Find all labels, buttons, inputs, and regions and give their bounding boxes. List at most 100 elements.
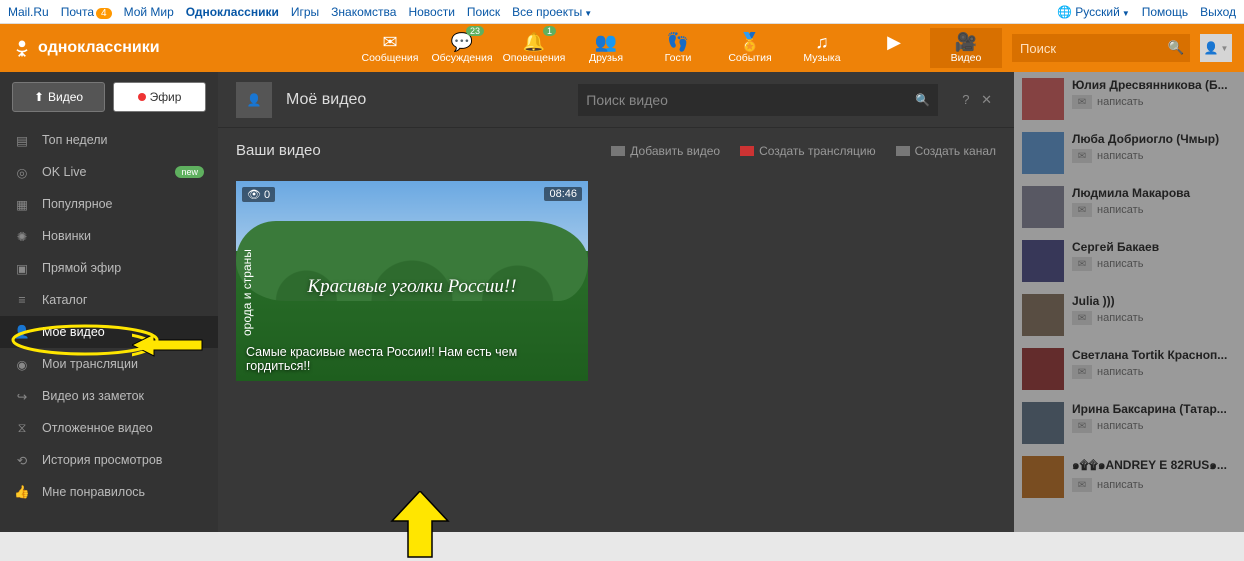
write-button[interactable]: ✉написать — [1072, 311, 1236, 325]
video-panel: 👤 Моё видео 🔍 ? ✕ Ваши видео Добавить ви… — [218, 72, 1014, 532]
target-icon: ◎ — [14, 165, 30, 180]
user-avatar: 👤 — [236, 82, 272, 118]
create-channel-link[interactable]: Создать канал — [896, 144, 996, 158]
sidebar-item-oklive[interactable]: ◎OK Livenew — [0, 156, 218, 188]
upload-video-button[interactable]: ⬆Видео — [12, 82, 105, 112]
video-icon: 🎥 — [930, 32, 1002, 52]
video-search-input[interactable] — [586, 92, 915, 108]
envelope-icon: ✉ — [354, 32, 426, 52]
camera-icon: ▣ — [14, 261, 30, 276]
topbar-all[interactable]: Все проекты▼ — [512, 5, 592, 19]
friend-item[interactable]: ๑۩۩๑ANDREY E 82RUS๑...✉написать — [1014, 450, 1244, 504]
sidebar-item-deferred[interactable]: ⧖Отложенное видео — [0, 412, 218, 444]
nav-music[interactable]: ♫Музыка — [786, 28, 858, 68]
topbar-exit[interactable]: Выход — [1200, 5, 1236, 19]
write-button[interactable]: ✉написать — [1072, 95, 1236, 109]
avatar — [1022, 132, 1064, 174]
topbar-games[interactable]: Игры — [291, 5, 319, 19]
avatar — [1022, 186, 1064, 228]
sidebar-item-live[interactable]: ▣Прямой эфир — [0, 252, 218, 284]
nav-guests[interactable]: 👣Гости — [642, 28, 714, 68]
header-search: 🔍 — [1012, 34, 1190, 62]
write-button[interactable]: ✉написать — [1072, 478, 1236, 492]
write-button[interactable]: ✉написать — [1072, 419, 1236, 433]
upload-icon: ⬆ — [34, 90, 44, 104]
friend-item[interactable]: Люба Добриогло (Чмыр)✉написать — [1014, 126, 1244, 180]
write-button[interactable]: ✉написать — [1072, 365, 1236, 379]
rec-icon — [138, 93, 146, 101]
nav-events[interactable]: 🏅События — [714, 28, 786, 68]
friends-panel: Юлия Дресвянникова (Б...✉написать Люба Д… — [1014, 72, 1244, 532]
video-search: 🔍 — [578, 84, 938, 116]
avatar — [1022, 240, 1064, 282]
envelope-icon: ✉ — [1072, 311, 1092, 325]
people-icon: 👥 — [570, 32, 642, 52]
nav-video[interactable]: 🎥Видео — [930, 28, 1002, 68]
avatar — [1022, 78, 1064, 120]
topbar-mymir[interactable]: Мой Мир — [124, 5, 174, 19]
thumb-caption: Самые красивые места России!! Нам есть ч… — [246, 345, 578, 373]
envelope-icon: ✉ — [1072, 95, 1092, 109]
avatar — [1022, 294, 1064, 336]
sidebar-item-catalog[interactable]: ≡Каталог — [0, 284, 218, 316]
bell-icon: 🔔 — [498, 32, 570, 52]
logo[interactable]: одноклассники — [12, 38, 160, 58]
friend-item[interactable]: Julia )))✉написать — [1014, 288, 1244, 342]
clock-icon: ⧖ — [14, 421, 30, 436]
envelope-icon: ✉ — [1072, 149, 1092, 163]
thumb-duration: 08:46 — [544, 187, 582, 201]
sidebar-item-myvideo[interactable]: 👤Моё видео — [0, 316, 218, 348]
topbar-mailru[interactable]: Mail.Ru — [8, 5, 49, 19]
friend-item[interactable]: Сергей Бакаев✉написать — [1014, 234, 1244, 288]
friend-item[interactable]: Светлана Tortik Красноп...✉написать — [1014, 342, 1244, 396]
topbar-help[interactable]: Помощь — [1142, 5, 1188, 19]
friend-item[interactable]: Людмила Макарова✉написать — [1014, 180, 1244, 234]
topbar-dating[interactable]: Знакомства — [331, 5, 396, 19]
play-icon: ▶ — [858, 32, 930, 52]
go-live-button[interactable]: Эфир — [113, 82, 206, 112]
nav-play[interactable]: ▶ — [858, 28, 930, 68]
write-button[interactable]: ✉написать — [1072, 203, 1236, 217]
topbar-search[interactable]: Поиск — [467, 5, 500, 19]
sidebar-item-mystreams[interactable]: ◉Мои трансляции — [0, 348, 218, 380]
list-icon: ≡ — [14, 293, 30, 307]
person-icon: 👤 — [247, 93, 262, 107]
nav: ✉Сообщения 23💬Обсуждения 1🔔Оповещения 👥Д… — [354, 28, 1002, 68]
music-icon: ♫ — [786, 32, 858, 52]
write-button[interactable]: ✉написать — [1072, 149, 1236, 163]
topbar-lang[interactable]: 🌐 Русский▼ — [1057, 5, 1130, 19]
header-search-input[interactable] — [1012, 34, 1162, 62]
add-video-link[interactable]: Добавить видео — [611, 144, 720, 158]
friend-item[interactable]: Юлия Дресвянникова (Б...✉написать — [1014, 72, 1244, 126]
topbar-ok[interactable]: Одноклассники — [186, 5, 279, 19]
header-search-button[interactable]: 🔍 — [1162, 34, 1190, 62]
nav-notifications[interactable]: 1🔔Оповещения — [498, 28, 570, 68]
sidebar-item-new[interactable]: ✺Новинки — [0, 220, 218, 252]
avatar — [1022, 456, 1064, 498]
nav-messages[interactable]: ✉Сообщения — [354, 28, 426, 68]
search-icon: 🔍 — [1168, 40, 1185, 55]
write-button[interactable]: ✉написать — [1072, 257, 1236, 271]
topbar-news[interactable]: Новости — [408, 5, 454, 19]
topbar-mail[interactable]: Почта4 — [61, 5, 112, 19]
avatar — [1022, 348, 1064, 390]
friend-item[interactable]: Ирина Баксарина (Татар...✉написать — [1014, 396, 1244, 450]
sidebar-item-popular[interactable]: ▦Популярное — [0, 188, 218, 220]
video-thumbnail[interactable]: Красивые уголки России!! орода и страны … — [236, 181, 588, 381]
nav-friends[interactable]: 👥Друзья — [570, 28, 642, 68]
footprints-icon: 👣 — [642, 32, 714, 52]
sidebar-item-notes[interactable]: ↪Видео из заметок — [0, 380, 218, 412]
sidebar-item-history[interactable]: ⟲История просмотров — [0, 444, 218, 476]
search-icon[interactable]: 🔍 — [915, 93, 930, 107]
profile-menu[interactable]: 👤▼ — [1200, 34, 1232, 62]
avatar — [1022, 402, 1064, 444]
create-stream-link[interactable]: Создать трансляцию — [740, 144, 875, 158]
sidebar-item-liked[interactable]: 👍Мне понравилось — [0, 476, 218, 508]
broadcast-icon: ◉ — [14, 357, 30, 372]
topbar: Mail.Ru Почта4 Мой Мир Одноклассники Игр… — [0, 0, 1244, 24]
sidebar-item-top[interactable]: ▤Топ недели — [0, 124, 218, 156]
help-close[interactable]: ? ✕ — [962, 92, 996, 108]
globe-icon: 🌐 — [1057, 5, 1072, 19]
nav-discussions[interactable]: 23💬Обсуждения — [426, 28, 498, 68]
header: одноклассники ✉Сообщения 23💬Обсуждения 1… — [0, 24, 1244, 72]
